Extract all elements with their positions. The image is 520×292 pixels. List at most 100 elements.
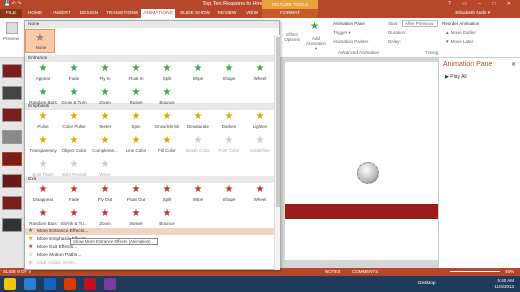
tab-review[interactable]: REVIEW	[215, 9, 239, 18]
gallery-scrollbar[interactable]	[274, 35, 280, 270]
effect-entrance-4[interactable]: ★ Split	[153, 63, 181, 85]
move-later-button[interactable]: ▼ Move Later	[445, 39, 473, 44]
effect-exit-10[interactable]: ★ Zoom	[91, 208, 119, 230]
effect-label: Split	[162, 76, 172, 81]
effect-exit-11[interactable]: ★ Swivel	[122, 208, 150, 230]
effect-entrance-10[interactable]: ★ Zoom	[91, 87, 119, 109]
slide-thumbnail[interactable]	[2, 108, 22, 122]
trigger-button[interactable]: Trigger ▾	[333, 30, 351, 36]
tab-format[interactable]: FORMAT	[262, 9, 318, 18]
effect-entrance-11[interactable]: ★ Swivel	[122, 87, 150, 109]
effect-exit-6[interactable]: ★ Shape	[215, 184, 243, 206]
preview-icon[interactable]	[6, 22, 18, 34]
star-icon: ★	[193, 111, 203, 122]
effect-emphasis-11[interactable]: ★ Line Color	[122, 135, 150, 157]
play-all-button[interactable]: ▶ Play All	[445, 74, 467, 80]
outlook-icon[interactable]	[44, 278, 56, 290]
tab-home[interactable]: HOME	[24, 9, 46, 18]
animation-painter-button[interactable]: Animation Painter	[333, 39, 369, 44]
effect-entrance-3[interactable]: ★ Float In	[122, 63, 150, 85]
effect-exit-7[interactable]: ★ Wheel	[246, 184, 274, 206]
tab-file[interactable]: FILE	[0, 9, 22, 18]
tab-insert[interactable]: INSERT	[50, 9, 74, 18]
effect-emphasis-10[interactable]: ★ Compleme...	[91, 135, 119, 157]
slide-thumbnail[interactable]	[2, 130, 22, 144]
effect-emphasis-6[interactable]: ★ Darken	[215, 111, 243, 133]
effect-entrance-9[interactable]: ★ Grow & Turn	[60, 87, 88, 109]
effect-exit-1[interactable]: ★ Fade	[60, 184, 88, 206]
move-earlier-button[interactable]: ▲ Move Earlier	[445, 30, 476, 35]
slide-canvas[interactable]	[285, 62, 438, 260]
user-account[interactable]: Elizabeth Nofs ▾	[455, 9, 490, 18]
effect-exit-8[interactable]: ★ Random Bars	[29, 208, 57, 230]
effect-emphasis-8[interactable]: ★ Transparency	[29, 135, 57, 157]
effect-exit-4[interactable]: ★ Split	[153, 184, 181, 206]
effect-emphasis-15: ★ Underline	[246, 135, 274, 157]
star-icon: ★	[100, 208, 110, 219]
add-animation-button[interactable]: Add Animation ▾	[305, 36, 327, 52]
ie-icon[interactable]	[24, 278, 36, 290]
slide-thumbnail[interactable]	[2, 174, 22, 188]
app-icon[interactable]	[104, 278, 116, 290]
slide-thumbnail[interactable]	[2, 196, 22, 210]
effect-exit-9[interactable]: ★ Shrink & Tu...	[60, 208, 88, 230]
tab-design[interactable]: DESIGN	[76, 9, 102, 18]
slide-thumbnail[interactable]	[2, 218, 22, 232]
effect-entrance-7[interactable]: ★ Wheel	[246, 63, 274, 85]
more-exit-effects[interactable]: ★ More Exit Effects...	[25, 244, 279, 251]
slide-thumbnail[interactable]	[2, 86, 22, 100]
volleyball-image[interactable]	[357, 162, 379, 184]
star-icon: ★	[131, 208, 141, 219]
effect-exit-3[interactable]: ★ Float Out	[122, 184, 150, 206]
preview-button[interactable]: Preview	[3, 36, 19, 41]
tab-view[interactable]: VIEW	[242, 9, 262, 18]
effect-label: Swivel	[129, 100, 143, 105]
effect-emphasis-12[interactable]: ★ Fill Color	[153, 135, 181, 157]
effect-entrance-5[interactable]: ★ Wipe	[184, 63, 212, 85]
comments-button[interactable]: COMMENTS	[352, 268, 378, 276]
effect-entrance-1[interactable]: ★ Fade	[60, 63, 88, 85]
effect-entrance-2[interactable]: ★ Fly In	[91, 63, 119, 85]
explorer-icon[interactable]	[4, 278, 16, 290]
powerpoint-icon[interactable]	[64, 278, 76, 290]
effect-emphasis-2[interactable]: ★ Teeter	[91, 111, 119, 133]
effect-emphasis-0[interactable]: ★ Pulse	[29, 111, 57, 133]
effect-emphasis-4[interactable]: ★ Grow/Shrink	[153, 111, 181, 133]
effect-emphasis-9[interactable]: ★ Object Color	[60, 135, 88, 157]
tab-animations[interactable]: ANIMATIONS	[141, 9, 175, 18]
ole-icon: ◈	[28, 260, 33, 266]
effect-emphasis-1[interactable]: ★ Color Pulse	[60, 111, 88, 133]
zoom-level[interactable]: 48%	[505, 268, 514, 276]
slide-thumbnails[interactable]	[0, 58, 24, 268]
effect-exit-0[interactable]: ★ Disappear	[29, 184, 57, 206]
none-effect[interactable]: ★ None	[25, 29, 55, 53]
effect-label: Wheel	[253, 76, 267, 81]
effect-entrance-12[interactable]: ★ Bounce	[153, 87, 181, 109]
add-animation-icon[interactable]: ★	[310, 21, 319, 32]
effect-exit-5[interactable]: ★ Wipe	[184, 184, 212, 206]
more-motion-paths[interactable]: ☆ More Motion Paths...	[25, 252, 279, 259]
effect-emphasis-7[interactable]: ★ Lighten	[246, 111, 274, 133]
effect-entrance-0[interactable]: ★ Appear	[29, 63, 57, 85]
clock[interactable]: 5:40 AM 11/6/2013	[494, 278, 514, 290]
close-icon[interactable]: ✕	[511, 61, 516, 68]
effect-entrance-8[interactable]: ★ Random Bars	[29, 87, 57, 109]
effect-options-button[interactable]: Effect Options	[283, 32, 301, 42]
desktop-label[interactable]: Desktop	[418, 281, 436, 286]
window-controls[interactable]: ? ▭ – □ ✕	[448, 1, 516, 7]
slide-thumbnail[interactable]	[2, 64, 22, 78]
effect-exit-12[interactable]: ★ Bounce	[153, 208, 181, 230]
start-dropdown[interactable]: After Previous	[402, 20, 438, 27]
effect-emphasis-3[interactable]: ★ Spin	[122, 111, 150, 133]
zoom-slider[interactable]	[450, 271, 500, 272]
pdf-icon[interactable]	[84, 278, 96, 290]
effect-emphasis-5[interactable]: ★ Desaturate	[184, 111, 212, 133]
effect-exit-2[interactable]: ★ Fly Out	[91, 184, 119, 206]
tab-transitions[interactable]: TRANSITIONS	[104, 9, 140, 18]
animation-pane-button[interactable]: Animation Pane	[333, 21, 365, 26]
slide-thumbnail[interactable]	[2, 152, 22, 166]
effect-entrance-6[interactable]: ★ Shape	[215, 63, 243, 85]
tab-slide-show[interactable]: SLIDE SHOW	[178, 9, 212, 18]
scrollbar-thumb[interactable]	[276, 37, 280, 207]
notes-button[interactable]: NOTES	[325, 268, 341, 276]
